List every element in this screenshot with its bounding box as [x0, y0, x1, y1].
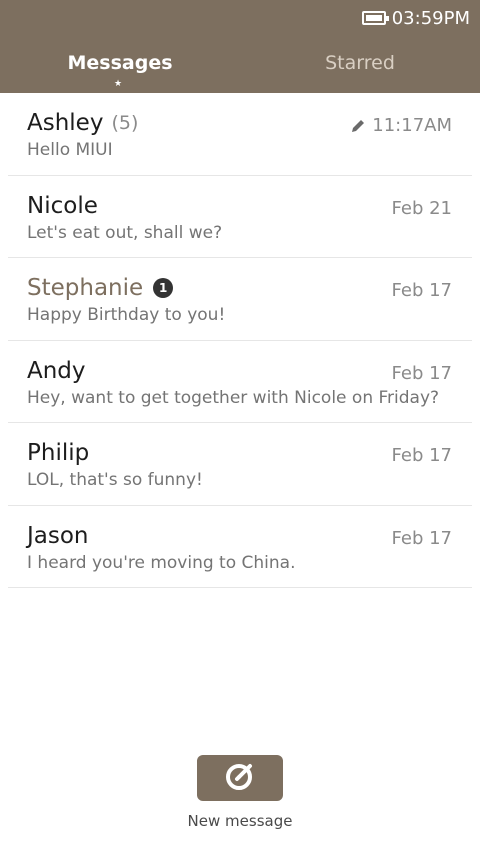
- conversation-list: Ashley (5) Hello MIUI 11:17AM Nicole Let…: [8, 93, 472, 588]
- conversation-row-nicole[interactable]: Nicole Let's eat out, shall we? Feb 21: [8, 176, 472, 258]
- new-message-button[interactable]: [197, 755, 283, 801]
- contact-name: Ashley (5): [27, 110, 139, 136]
- message-time: 11:17AM: [372, 115, 452, 136]
- conversation-row-ashley[interactable]: Ashley (5) Hello MIUI 11:17AM: [8, 93, 472, 176]
- status-bar: 03:59PM: [361, 6, 470, 30]
- contact-name: Jason: [27, 522, 89, 549]
- message-preview: LOL, that's so funny!: [27, 470, 203, 490]
- message-preview: I heard you're moving to China.: [27, 552, 296, 573]
- message-preview: Hey, want to get together with Nicole on…: [27, 387, 440, 408]
- conversation-row-andy[interactable]: Andy Hey, want to get together with Nico…: [8, 341, 472, 423]
- status-time: 03:59PM: [391, 7, 470, 29]
- message-time: Feb 17: [391, 280, 453, 301]
- compose-icon: [224, 760, 256, 796]
- contact-name: Philip: [27, 440, 90, 466]
- message-time: Feb 17: [391, 527, 453, 549]
- contact-name: Nicole: [27, 192, 98, 219]
- message-preview: Happy Birthday to you!: [27, 305, 226, 325]
- message-time: Feb 17: [391, 445, 453, 466]
- pencil-icon: [350, 118, 366, 134]
- contact-name: Stephanie 1: [27, 275, 174, 301]
- message-time: Feb 21: [391, 197, 453, 219]
- message-count: (5): [111, 112, 139, 134]
- conversation-row-jason[interactable]: Jason I heard you're moving to China. Fe…: [8, 506, 472, 588]
- message-preview: Let's eat out, shall we?: [27, 222, 223, 243]
- conversation-row-philip[interactable]: Philip LOL, that's so funny! Feb 17: [8, 423, 472, 506]
- message-time: Feb 17: [391, 362, 453, 384]
- conversation-row-stephanie[interactable]: Stephanie 1 Happy Birthday to you! Feb 1…: [8, 258, 472, 341]
- contact-name: Andy: [27, 357, 86, 384]
- new-message-label: New message: [187, 812, 293, 830]
- unread-badge: 1: [153, 278, 174, 298]
- active-tab-star-icon: ★: [114, 79, 123, 89]
- message-preview: Hello MIUI: [27, 140, 113, 160]
- header: 03:59PM Messages ★ Starred: [0, 0, 480, 93]
- tab-messages[interactable]: Messages: [0, 52, 240, 74]
- tab-starred[interactable]: Starred: [240, 52, 480, 74]
- battery-icon: [361, 11, 389, 25]
